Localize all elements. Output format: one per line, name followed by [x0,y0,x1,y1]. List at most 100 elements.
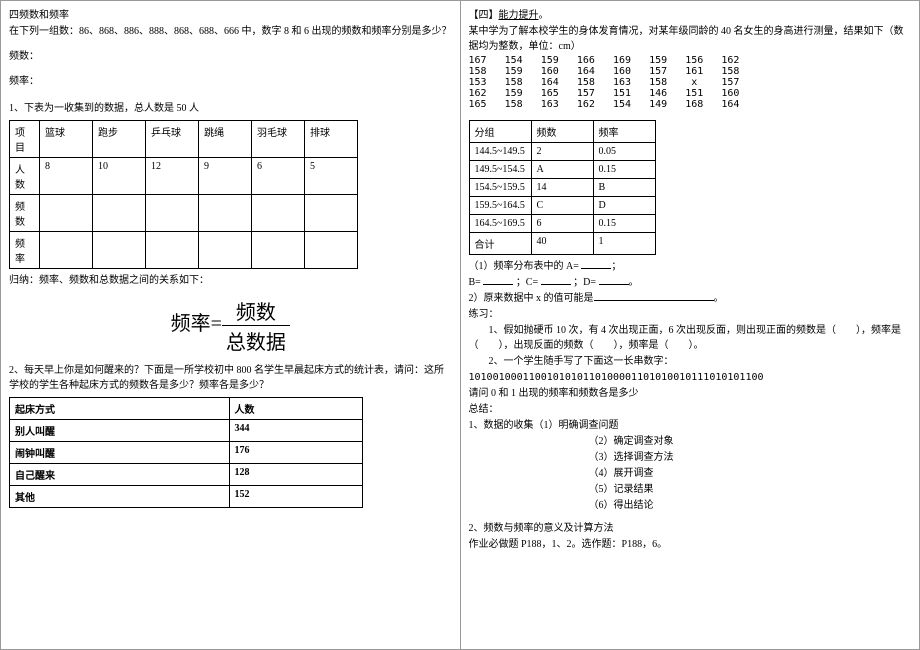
digit-string: 1010010001100101010110100001101010010111… [469,370,912,385]
cell: 0.05 [593,143,655,161]
cell: 40 [531,233,593,255]
sports-table: 项目 篮球 跑步 乒乓球 跳绳 羽毛球 排球 人数 8 10 12 9 6 5 … [9,120,358,269]
summary-2: 2、频数与频率的意义及计算方法 [469,521,912,536]
q1-line: （1）频率分布表中的 A= ； [469,259,912,274]
cell: B [593,179,655,197]
cell: 154.5~159.5 [469,179,531,197]
cell: 12 [146,158,199,195]
tbl2-cell: 别人叫醒 [10,420,230,442]
summary-1-3: （3）选择调查方法 [469,450,912,465]
cell: 149.5~154.5 [469,161,531,179]
question2: 2、每天早上你是如何醒来的？下面是一所学校初中 800 名学生早晨起床方式的统计… [9,363,452,393]
cell: 1 [593,233,655,255]
cell: 合计 [469,233,531,255]
tbl2-header: 起床方式 [10,398,230,420]
zongjie-label: 总结： [469,402,912,417]
q1-line2: B= ；C= ；D= 。 [469,275,912,290]
cell: 2 [531,143,593,161]
formula-den: 总数据 [222,326,290,355]
tbl2-cell: 闹钟叫醒 [10,442,230,464]
q1c: ；C= [516,277,541,288]
homework: 作业必做题 P188，1、2。选作题：P188，6。 [469,537,912,552]
tbl2-cell: 344 [229,420,362,442]
table-intro: 1、下表为一收集到的数据，总人数是 50 人 [9,101,452,116]
data-row: 167 154 159 166 169 159 156 162 [469,55,912,66]
blank [541,275,571,285]
row-label: 频数 [10,195,40,232]
cell: 14 [531,179,593,197]
ex2q: 请问 0 和 1 出现的频率和频数各是多少 [469,386,912,401]
row-label: 人数 [10,158,40,195]
section-tag: 【四】 [469,10,499,21]
tbl3-header: 分组 [469,121,531,143]
tbl2-cell: 其他 [10,486,230,508]
period: 。 [629,277,639,288]
freq-dist-table: 分组 频数 频率 144.5~149.520.05 149.5~154.5A0.… [469,120,656,255]
lianxi-label: 练习： [469,307,912,322]
data-row: 153 158 164 158 163 158 x 157 [469,77,912,88]
cell: A [531,161,593,179]
cell: 0.15 [593,215,655,233]
q1b: B= [469,277,484,288]
col-header: 跑步 [93,121,146,158]
period: 。 [539,10,549,21]
formula-lhs: 频率= [171,313,222,335]
cell: 10 [93,158,146,195]
summary-1: 1、数据的收集（1）明确调查问题 [469,418,912,433]
freq-count-label: 频数： [9,49,452,64]
summary-1-2: （2）确定调查对象 [469,434,912,449]
intro-text: 某中学为了解本校学生的身体发育情况，对某年级同龄的 40 名女生的身高进行测量，… [469,24,912,54]
semi: ； [611,261,621,272]
q1a: （1）频率分布表中的 A= [469,261,582,272]
cell: 6 [531,215,593,233]
col-header: 羽毛球 [252,121,305,158]
tbl2-header: 人数 [229,398,362,420]
tbl3-header: 频率 [593,121,655,143]
question-text: 在下列一组数：86、868、886、888、868、688、666 中，数字 8… [9,24,452,39]
section-title: 能力提升 [499,10,539,21]
guina-text: 归纳：频率、频数和总数据之间的关系如下： [9,273,452,288]
col-header: 篮球 [40,121,93,158]
summary-1-4: （4）展开调查 [469,466,912,481]
blank [594,291,714,301]
cell: 159.5~164.5 [469,197,531,215]
cell: 164.5~169.5 [469,215,531,233]
data-row: 162 159 165 157 151 146 151 160 [469,88,912,99]
summary-1-5: （5）记录结果 [469,482,912,497]
tbl2-cell: 128 [229,464,362,486]
section-title: 四频数和频率 [9,8,452,23]
q2: 2）原来数据中 x 的值可能是 [469,293,594,304]
tbl2-cell: 176 [229,442,362,464]
blank [599,275,629,285]
tbl2-cell: 152 [229,486,362,508]
col-header: 乒乓球 [146,121,199,158]
wakeup-table: 起床方式 人数 别人叫醒344 闹钟叫醒176 自己醒来128 其他152 [9,397,363,508]
cell: C [531,197,593,215]
cell: D [593,197,655,215]
cell: 0.15 [593,161,655,179]
tbl2-cell: 自己醒来 [10,464,230,486]
period: 。 [714,293,724,304]
q2-line: 2）原来数据中 x 的值可能是 。 [469,291,912,306]
summary-1-6: （6）得出结论 [469,498,912,513]
cell: 144.5~149.5 [469,143,531,161]
row-label: 项目 [10,121,40,158]
tbl3-header: 频数 [531,121,593,143]
cell: 5 [305,158,358,195]
q1d: ；D= [573,277,598,288]
cell: 6 [252,158,305,195]
freq-rate-label: 频率： [9,74,452,89]
row-label: 频率 [10,232,40,269]
blank [581,259,611,269]
cell: 9 [199,158,252,195]
formula-num: 频数 [222,296,290,326]
cell: 8 [40,158,93,195]
blank [483,275,513,285]
data-row: 158 159 160 164 160 157 161 158 [469,66,912,77]
formula: 频率=频数总数据 [9,296,452,355]
col-header: 跳绳 [199,121,252,158]
data-row: 165 158 163 162 154 149 168 164 [469,99,912,110]
ex2: 2、一个学生随手写了下面这一长串数字： [469,354,912,369]
col-header: 排球 [305,121,358,158]
section-header: 【四】能力提升。 [469,8,912,23]
